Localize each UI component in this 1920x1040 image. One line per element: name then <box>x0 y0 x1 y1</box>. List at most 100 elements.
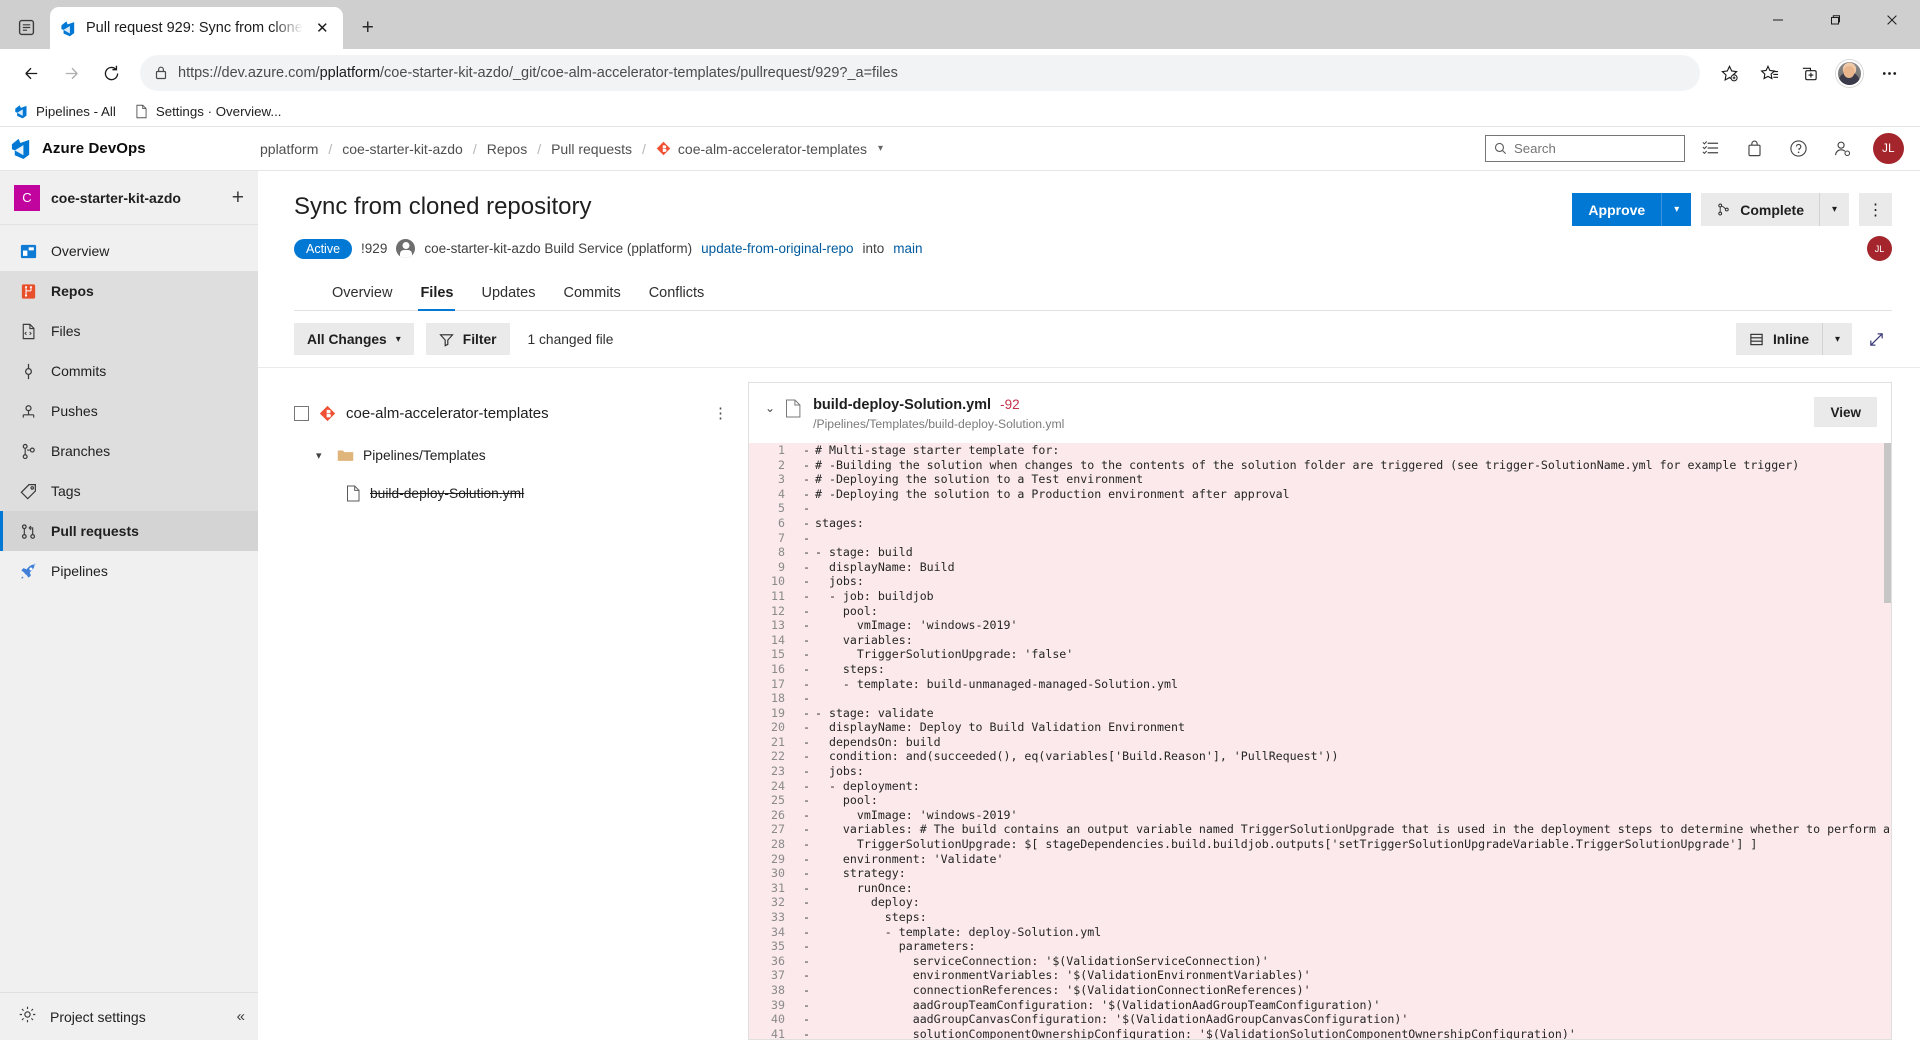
complete-button[interactable]: Complete <box>1701 193 1819 226</box>
file-tree-more-button[interactable]: ⋮ <box>713 404 748 422</box>
breadcrumb-project[interactable]: coe-starter-kit-azdo <box>342 141 463 157</box>
back-button[interactable] <box>12 54 50 92</box>
sidebar-item-branches[interactable]: Branches <box>0 431 258 471</box>
sidebar-item-pull-requests[interactable]: Pull requests <box>0 511 258 551</box>
breadcrumb-pull-requests[interactable]: Pull requests <box>551 141 632 157</box>
add-favorite-button[interactable] <box>1710 54 1748 92</box>
approve-button[interactable]: Approve <box>1572 193 1661 226</box>
breadcrumb-repos[interactable]: Repos <box>487 141 527 157</box>
diff-line-marker: - <box>795 662 815 677</box>
breadcrumb-organization[interactable]: pplatform <box>260 141 318 157</box>
address-bar[interactable]: https://dev.azure.com/pplatform/coe-star… <box>140 55 1700 91</box>
minimize-button[interactable] <box>1749 0 1806 40</box>
browser-tab[interactable]: Pull request 929: Sync from clone ✕ <box>50 7 343 49</box>
diff-line-marker: - <box>795 925 815 940</box>
sidebar-item-pipelines[interactable]: Pipelines <box>0 551 258 591</box>
chevron-down-icon: ▾ <box>1832 204 1837 215</box>
close-window-button[interactable] <box>1863 0 1920 40</box>
more-actions-button[interactable]: ⋮ <box>1859 193 1892 226</box>
maximize-button[interactable] <box>1806 0 1863 40</box>
diff-scrollbar-thumb[interactable] <box>1884 443 1891 603</box>
target-branch-link[interactable]: main <box>893 241 922 256</box>
sidebar-item-tags[interactable]: Tags <box>0 471 258 511</box>
sidebar-item-overview[interactable]: Overview <box>0 231 258 271</box>
view-file-button[interactable]: View <box>1814 397 1877 427</box>
sidebar-item-commits[interactable]: Commits <box>0 351 258 391</box>
diff-line-marker: - <box>795 560 815 575</box>
diff-line-number: 16 <box>749 662 795 677</box>
view-mode-dropdown-button[interactable]: ▾ <box>1822 323 1852 355</box>
complete-dropdown-button[interactable]: ▾ <box>1819 193 1849 226</box>
diff-line-marker: - <box>795 574 815 589</box>
project-avatar: C <box>14 185 40 211</box>
new-tab-button[interactable]: + <box>351 11 385 45</box>
tab-files[interactable]: Files <box>418 279 455 310</box>
sidebar-item-pushes[interactable]: Pushes <box>0 391 258 431</box>
new-item-button[interactable]: + <box>232 186 244 210</box>
bookmark-pipelines-all[interactable]: Pipelines - All <box>14 104 116 119</box>
diff-line-number: 1 <box>749 443 795 458</box>
view-mode-button[interactable]: Inline <box>1736 323 1822 355</box>
collapse-sidebar-button[interactable]: « <box>237 1008 242 1025</box>
left-navigation: C coe-starter-kit-azdo + Overview <box>0 171 258 1040</box>
forward-button[interactable] <box>52 54 90 92</box>
diff-line-number: 31 <box>749 881 795 896</box>
sidebar-item-label: Branches <box>51 443 110 459</box>
collections-button[interactable] <box>1790 54 1828 92</box>
project-name[interactable]: coe-starter-kit-azdo <box>51 190 221 206</box>
sidebar-item-repos[interactable]: Repos <box>0 271 258 311</box>
toolbar-icon-group <box>1710 54 1908 92</box>
shopping-bag-icon <box>1745 139 1764 158</box>
avatar[interactable]: JL <box>1873 133 1904 164</box>
approve-dropdown-button[interactable]: ▾ <box>1661 193 1691 226</box>
file-tree-root: coe-alm-accelerator-templates ⋮ <box>294 398 748 428</box>
ado-help-button[interactable] <box>1779 130 1817 168</box>
diff-line-code: stages: <box>815 516 1891 531</box>
diff-content[interactable]: 1-# Multi-stage starter template for:2-#… <box>749 443 1891 1039</box>
ado-home-link[interactable]: Azure DevOps <box>10 137 260 160</box>
search-input[interactable] <box>1514 141 1676 156</box>
ado-top-bar: Azure DevOps pplatform / coe-starter-kit… <box>0 127 1920 171</box>
diff-line: 32- deploy: <box>749 895 1891 910</box>
tab-search-button[interactable] <box>6 7 46 47</box>
diff-line-number: 5 <box>749 501 795 516</box>
project-settings-row[interactable]: Project settings « <box>0 992 258 1040</box>
filter-button[interactable]: Filter <box>426 323 510 355</box>
diff-line-marker: - <box>795 895 815 910</box>
tab-conflicts[interactable]: Conflicts <box>647 279 707 310</box>
browser-profile-button[interactable] <box>1830 54 1868 92</box>
browser-settings-menu-button[interactable] <box>1870 54 1908 92</box>
ado-search-box[interactable] <box>1485 135 1685 162</box>
reviewer-avatar[interactable]: JL <box>1867 236 1892 261</box>
close-tab-button[interactable]: ✕ <box>312 18 333 39</box>
tree-file-item[interactable]: build-deploy-Solution.yml <box>294 478 748 508</box>
select-all-checkbox[interactable] <box>294 406 309 421</box>
tab-updates[interactable]: Updates <box>479 279 537 310</box>
diff-scrollbar[interactable] <box>1884 443 1891 1039</box>
diff-line-number: 28 <box>749 837 795 852</box>
chevron-down-icon: ▾ <box>396 334 401 345</box>
all-changes-dropdown[interactable]: All Changes ▾ <box>294 323 414 355</box>
diff-file-name: build-deploy-Solution.yml <box>813 397 991 413</box>
favorites-button[interactable] <box>1750 54 1788 92</box>
reload-icon <box>102 64 121 83</box>
breadcrumb-repository-picker[interactable]: coe-alm-accelerator-templates ▾ <box>656 141 883 157</box>
fullscreen-button[interactable] <box>1860 323 1892 355</box>
chevron-down-icon[interactable]: ▾ <box>316 449 328 462</box>
collapse-diff-button[interactable]: ⌄ <box>761 397 785 415</box>
ado-marketplace-button[interactable] <box>1735 130 1773 168</box>
bookmark-settings-overview[interactable]: Settings · Overview... <box>134 104 282 119</box>
tab-overview[interactable]: Overview <box>330 279 394 310</box>
tab-commits[interactable]: Commits <box>562 279 623 310</box>
diff-line: 40- aadGroupCanvasConfiguration: '$(Vali… <box>749 1012 1891 1027</box>
sidebar-item-files[interactable]: Files <box>0 311 258 351</box>
azure-devops-favicon-icon <box>60 20 77 37</box>
diff-line-number: 33 <box>749 910 795 925</box>
tree-folder-item[interactable]: ▾ Pipelines/Templates <box>294 440 748 470</box>
azure-devops-app: Azure DevOps pplatform / coe-starter-kit… <box>0 127 1920 1040</box>
source-branch-link[interactable]: update-from-original-repo <box>701 241 853 256</box>
ado-user-settings-button[interactable] <box>1823 130 1861 168</box>
breadcrumb-separator: / <box>473 141 477 157</box>
reload-button[interactable] <box>92 54 130 92</box>
ado-work-items-button[interactable] <box>1691 130 1729 168</box>
